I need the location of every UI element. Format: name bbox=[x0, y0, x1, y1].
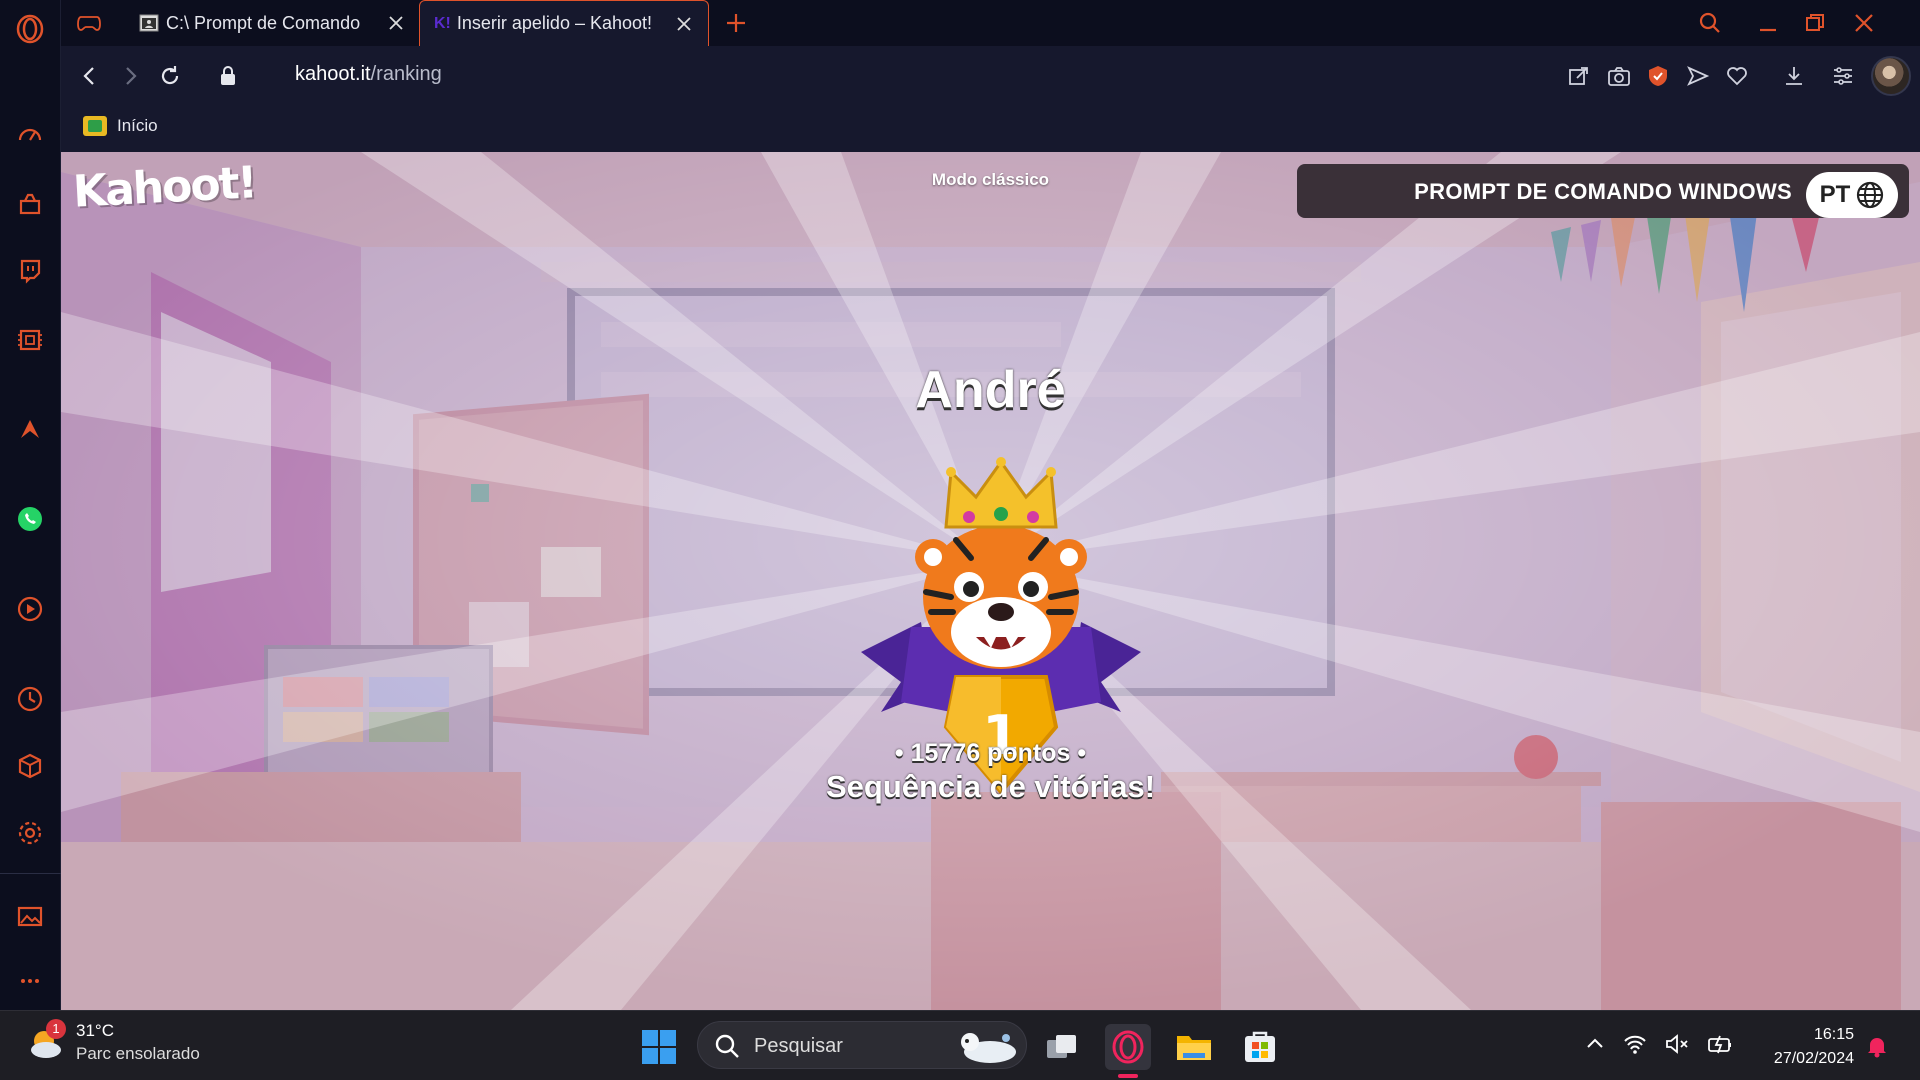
sidebar-divider bbox=[0, 873, 61, 874]
command-prompt-icon bbox=[138, 13, 160, 33]
clock-time: 16:15 bbox=[1813, 1026, 1854, 1043]
file-explorer-icon[interactable] bbox=[1171, 1024, 1217, 1070]
aria-ai-icon[interactable] bbox=[11, 410, 49, 448]
share-edit-icon[interactable] bbox=[1564, 61, 1594, 91]
url-field[interactable]: kahoot.it/ranking bbox=[295, 63, 442, 86]
notification-bell-icon[interactable] bbox=[1866, 1034, 1888, 1058]
gx-gamepad-icon[interactable] bbox=[71, 0, 107, 46]
url-path: /ranking bbox=[370, 63, 442, 85]
minimize-icon[interactable] bbox=[1751, 6, 1785, 40]
windows-taskbar: 1 31°C Parc ensolarado Pesquisar 16:15 2… bbox=[0, 1010, 1920, 1080]
search-icon bbox=[715, 1034, 739, 1058]
heart-icon[interactable] bbox=[1722, 61, 1752, 91]
language-code: PT bbox=[1819, 181, 1851, 208]
forward-arrow-icon[interactable] bbox=[115, 61, 145, 91]
kahoot-ranking-page: Kahoot! Modo clássico PROMPT DE COMANDO … bbox=[61, 152, 1920, 1010]
language-selector[interactable]: PT bbox=[1806, 172, 1898, 218]
streak-message: Sequência de vitórias! bbox=[825, 769, 1156, 804]
address-bar: kahoot.it/ranking bbox=[61, 46, 1920, 106]
lock-icon[interactable] bbox=[213, 61, 243, 91]
task-view-icon[interactable] bbox=[1039, 1024, 1085, 1070]
download-icon[interactable] bbox=[1779, 61, 1809, 91]
bookmark-folder-icon bbox=[83, 116, 107, 136]
opera-logo-icon[interactable] bbox=[11, 10, 49, 48]
speaker-muted-icon[interactable] bbox=[1665, 1033, 1689, 1055]
close-tab-icon[interactable] bbox=[674, 14, 694, 34]
globe-icon bbox=[1857, 181, 1884, 209]
system-tray bbox=[1585, 1033, 1733, 1055]
points-label: • 15776 pontos • bbox=[894, 739, 1087, 767]
send-icon[interactable] bbox=[1683, 61, 1713, 91]
weather-temperature: 31°C bbox=[76, 1021, 114, 1040]
url-host: kahoot.it bbox=[295, 63, 371, 85]
windows-start-icon[interactable] bbox=[636, 1024, 682, 1070]
battery-charging-icon[interactable] bbox=[1707, 1033, 1733, 1055]
tab-kahoot[interactable]: K! Inserir apelido – Kahoot! bbox=[419, 0, 709, 46]
reload-icon[interactable] bbox=[155, 61, 185, 91]
microsoft-store-icon[interactable] bbox=[1237, 1024, 1283, 1070]
more-options-icon[interactable] bbox=[11, 962, 49, 1000]
extensions-icon[interactable] bbox=[11, 747, 49, 785]
search-highlight-ferret-icon bbox=[961, 1033, 1016, 1063]
active-app-indicator bbox=[1118, 1074, 1138, 1078]
back-arrow-icon[interactable] bbox=[75, 61, 105, 91]
adblock-shield-icon[interactable] bbox=[1643, 61, 1673, 91]
wifi-icon[interactable] bbox=[1623, 1033, 1647, 1055]
weather-widget[interactable]: 1 31°C Parc ensolarado bbox=[26, 1018, 200, 1064]
gx-corner-icon[interactable] bbox=[11, 185, 49, 223]
search-placeholder: Pesquisar bbox=[754, 1035, 843, 1057]
clock-date: 27/02/2024 bbox=[1773, 1050, 1854, 1067]
camera-snapshot-icon[interactable] bbox=[1604, 61, 1634, 91]
tab-label: Inserir apelido – Kahoot! bbox=[456, 13, 653, 33]
search-tabs-icon[interactable] bbox=[1693, 6, 1727, 40]
tab-command-prompt[interactable]: C:\ Prompt de Comando bbox=[124, 0, 420, 46]
opera-sidebar bbox=[0, 0, 61, 1010]
partly-sunny-icon: 1 bbox=[26, 1018, 66, 1063]
bookmark-label: Início bbox=[117, 116, 158, 135]
history-icon[interactable] bbox=[11, 680, 49, 718]
taskbar-search-box[interactable]: Pesquisar bbox=[697, 1021, 1027, 1069]
chevron-up-icon[interactable] bbox=[1585, 1034, 1605, 1054]
twitch-icon[interactable] bbox=[11, 252, 49, 290]
weather-badge: 1 bbox=[46, 1018, 66, 1039]
weather-description: Parc ensolarado bbox=[76, 1044, 200, 1063]
player-icon[interactable] bbox=[11, 590, 49, 628]
tab-strip: C:\ Prompt de Comando K! Inserir apelido… bbox=[61, 0, 1920, 46]
whatsapp-icon[interactable] bbox=[11, 500, 49, 538]
bookmarks-bar: Início bbox=[61, 106, 1920, 152]
settings-gear-icon[interactable] bbox=[11, 814, 49, 852]
close-window-icon[interactable] bbox=[1847, 6, 1881, 40]
gx-control-icon[interactable] bbox=[11, 321, 49, 359]
restore-window-icon[interactable] bbox=[1798, 6, 1832, 40]
wallpaper-icon[interactable] bbox=[11, 897, 49, 935]
easy-setup-icon[interactable] bbox=[1828, 61, 1858, 91]
taskbar-clock[interactable]: 16:15 27/02/2024 bbox=[1752, 1023, 1854, 1071]
close-tab-icon[interactable] bbox=[386, 13, 406, 33]
profile-avatar[interactable] bbox=[1871, 56, 1911, 96]
game-title: PROMPT DE COMANDO WINDOWS bbox=[1414, 179, 1792, 204]
tiger-avatar-medal: 1 bbox=[861, 457, 1141, 796]
kahoot-favicon-icon: K! bbox=[434, 14, 451, 32]
speed-dial-icon[interactable] bbox=[11, 116, 49, 154]
opera-gx-taskbar-icon[interactable] bbox=[1105, 1024, 1151, 1078]
tab-label: C:\ Prompt de Comando bbox=[166, 12, 361, 33]
player-nickname: André bbox=[915, 361, 1066, 419]
new-tab-plus-icon[interactable] bbox=[721, 8, 751, 38]
bookmark-inicio[interactable]: Início bbox=[83, 116, 158, 136]
